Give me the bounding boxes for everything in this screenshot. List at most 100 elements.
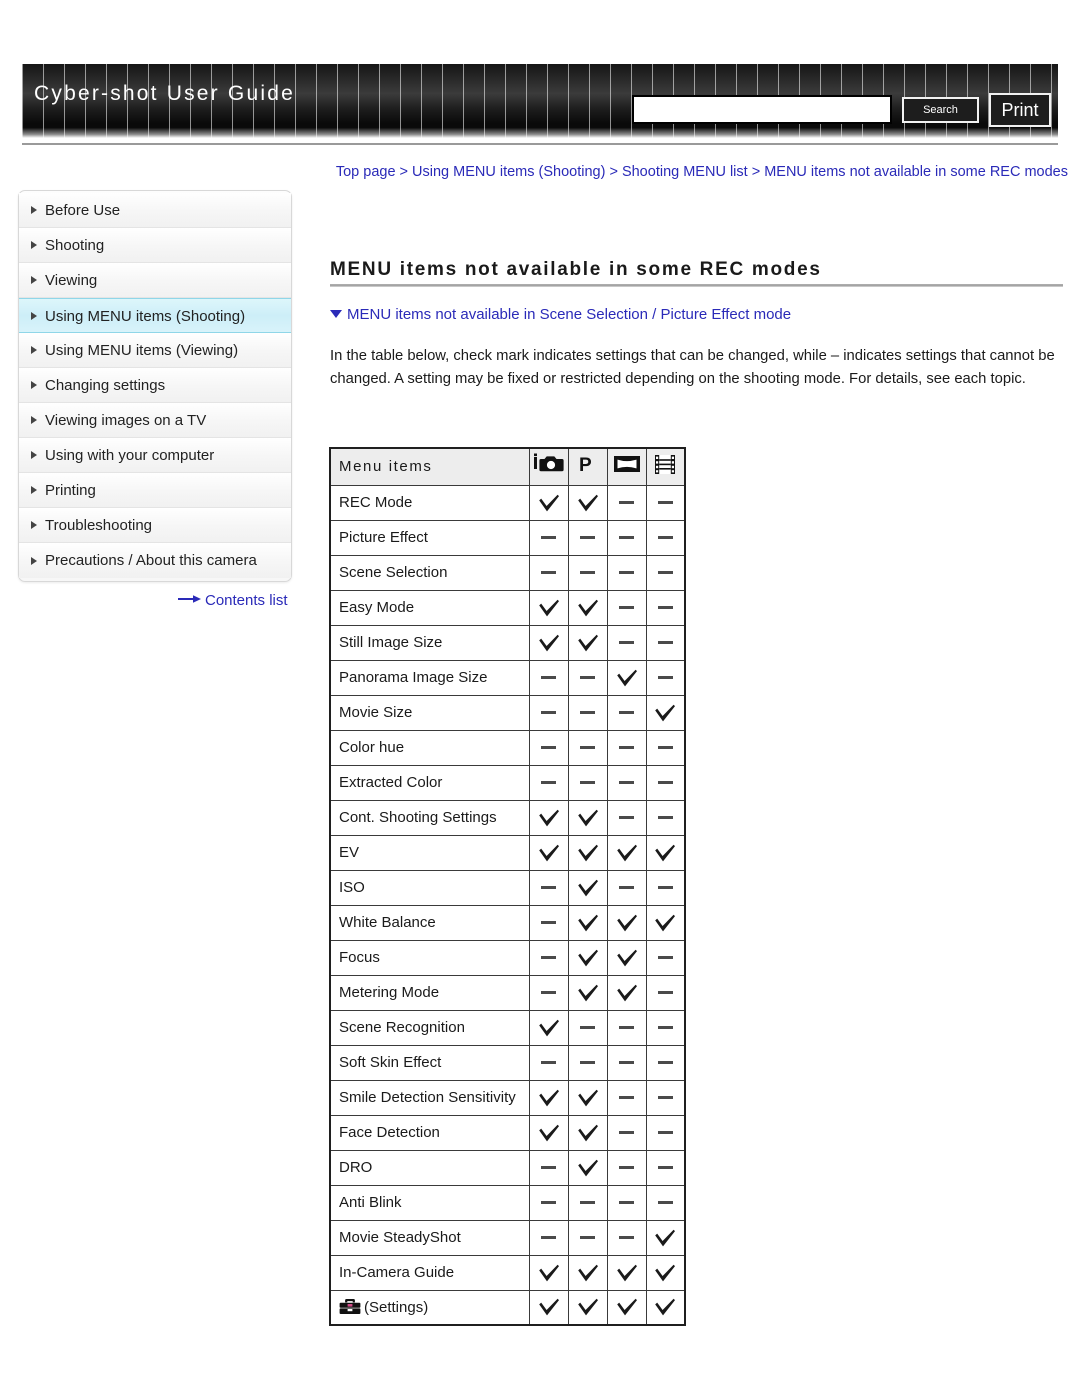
table-cell-intelligent-auto-dash	[528, 869, 569, 906]
table-cell-movie-check	[645, 904, 686, 941]
dash-mark-icon	[541, 1165, 556, 1169]
sidebar-item-precautions-about-this-camera[interactable]: Precautions / About this camera	[19, 543, 291, 578]
contents-list-link[interactable]: Contents list	[178, 592, 288, 610]
check-mark-icon	[576, 598, 600, 618]
table-cell-menu-item: Scene Selection	[329, 554, 530, 591]
table-cell-intelligent-auto-check	[528, 1009, 569, 1046]
menu-item-label: Still Image Size	[339, 634, 443, 651]
table-cell-menu-item: Panorama Image Size	[329, 659, 530, 696]
sidebar-item-troubleshooting[interactable]: Troubleshooting	[19, 508, 291, 543]
check-mark-icon	[537, 493, 561, 513]
dash-mark-icon	[657, 745, 673, 749]
sidebar-item-changing-settings[interactable]: Changing settings	[19, 368, 291, 403]
check-mark-icon	[576, 1123, 600, 1143]
sidebar-item-printing[interactable]: Printing	[19, 473, 291, 508]
dash-mark-icon	[619, 570, 634, 574]
table-cell-panorama-dash	[606, 869, 647, 906]
dash-mark-icon	[580, 1235, 595, 1239]
print-button[interactable]: Print	[989, 93, 1051, 127]
table-cell-intelligent-auto-dash	[528, 659, 569, 696]
dash-mark-icon	[580, 710, 595, 714]
dash-mark-icon	[541, 745, 556, 749]
sidebar-item-using-with-your-computer[interactable]: Using with your computer	[19, 438, 291, 473]
dash-mark-icon	[657, 675, 673, 679]
table-cell-intelligent-auto-check	[528, 1254, 569, 1291]
triangle-right-icon	[31, 556, 37, 565]
sidebar-item-viewing[interactable]: Viewing	[19, 263, 291, 298]
check-mark-icon	[615, 668, 639, 688]
table-cell-menu-item: Metering Mode	[329, 974, 530, 1011]
check-mark-icon	[615, 843, 639, 863]
dash-mark-icon	[541, 570, 556, 574]
table-header-intelligent-auto-icon	[528, 447, 569, 486]
table-cell-panorama-dash	[606, 764, 647, 801]
check-mark-icon	[653, 703, 677, 723]
menu-item-label: (Settings)	[364, 1299, 429, 1317]
section-link-label: MENU items not available in Scene Select…	[347, 306, 792, 323]
table-cell-program-auto-check	[567, 939, 608, 976]
table-cell-program-auto-check	[567, 799, 608, 836]
dash-mark-icon	[541, 1200, 556, 1204]
table-cell-menu-item: Scene Recognition	[329, 1009, 530, 1046]
table-cell-program-auto-dash	[567, 1219, 608, 1256]
menu-item-label: Color hue	[339, 739, 405, 756]
menu-item-label: Scene Recognition	[339, 1019, 465, 1036]
table-cell-menu-item: REC Mode	[329, 484, 530, 521]
page-title: MENU items not available in some REC mod…	[330, 258, 822, 280]
table-row: White Balance	[329, 904, 686, 941]
dash-mark-icon	[580, 780, 595, 784]
table-cell-movie-dash	[645, 1009, 686, 1046]
table-cell-panorama-check	[606, 834, 647, 871]
sidebar-item-using-menu-items-viewing[interactable]: Using MENU items (Viewing)	[19, 333, 291, 368]
table-cell-movie-dash	[645, 799, 686, 836]
dash-mark-icon	[619, 1095, 634, 1099]
table-row: Still Image Size	[329, 624, 686, 661]
menu-item-label: Focus	[339, 949, 380, 966]
movie-icon	[654, 454, 676, 480]
table-cell-panorama-dash	[606, 1219, 647, 1256]
table-row: Face Detection	[329, 1114, 686, 1151]
table-cell-movie-dash	[645, 869, 686, 906]
sidebar-item-viewing-images-on-a-tv[interactable]: Viewing images on a TV	[19, 403, 291, 438]
triangle-right-icon	[31, 486, 37, 494]
table-cell-menu-item: Picture Effect	[329, 519, 530, 556]
search-button[interactable]: Search	[902, 97, 979, 123]
table-cell-intelligent-auto-dash	[528, 519, 569, 556]
menu-item-label: Movie Size	[339, 704, 413, 721]
arrow-right-icon	[178, 592, 202, 609]
search-input[interactable]	[632, 95, 892, 124]
triangle-right-icon	[31, 381, 37, 389]
sidebar-item-using-menu-items-shooting[interactable]: Using MENU items (Shooting)	[19, 298, 291, 333]
check-mark-icon	[615, 948, 639, 968]
section-anchor-link[interactable]: MENU items not available in Scene Select…	[330, 306, 791, 323]
sidebar-item-label: Changing settings	[45, 377, 166, 394]
dash-mark-icon	[619, 1130, 634, 1134]
menu-item-label: Smile Detection Sensitivity	[339, 1089, 516, 1106]
triangle-right-icon	[31, 241, 37, 249]
table-row: ISO	[329, 869, 686, 906]
dash-mark-icon	[619, 605, 634, 609]
table-cell-intelligent-auto-dash	[528, 939, 569, 976]
sidebar-item-shooting[interactable]: Shooting	[19, 228, 291, 263]
toolbox-icon	[339, 1298, 361, 1315]
table-cell-movie-dash	[645, 1079, 686, 1116]
check-mark-icon	[653, 1263, 677, 1283]
check-mark-icon	[576, 878, 600, 898]
dash-mark-icon	[580, 570, 595, 574]
dash-mark-icon	[541, 780, 556, 784]
table-cell-movie-check	[645, 834, 686, 871]
menu-item-label: Picture Effect	[339, 529, 428, 546]
table-cell-intelligent-auto-dash	[528, 694, 569, 731]
menu-item-label: Anti Blink	[339, 1194, 402, 1211]
dash-mark-icon	[541, 1235, 556, 1239]
menu-item-label: Movie SteadyShot	[339, 1229, 461, 1246]
table-cell-program-auto-dash	[567, 729, 608, 766]
sidebar-item-before-use[interactable]: Before Use	[19, 193, 291, 228]
table-cell-program-auto-dash	[567, 764, 608, 801]
triangle-right-icon	[31, 346, 37, 354]
table-row: (Settings)	[329, 1289, 686, 1326]
table-cell-program-auto-dash	[567, 694, 608, 731]
check-mark-icon	[615, 1297, 639, 1317]
check-mark-icon	[653, 913, 677, 933]
breadcrumb[interactable]: Top page > Using MENU items (Shooting) >…	[330, 161, 1068, 183]
